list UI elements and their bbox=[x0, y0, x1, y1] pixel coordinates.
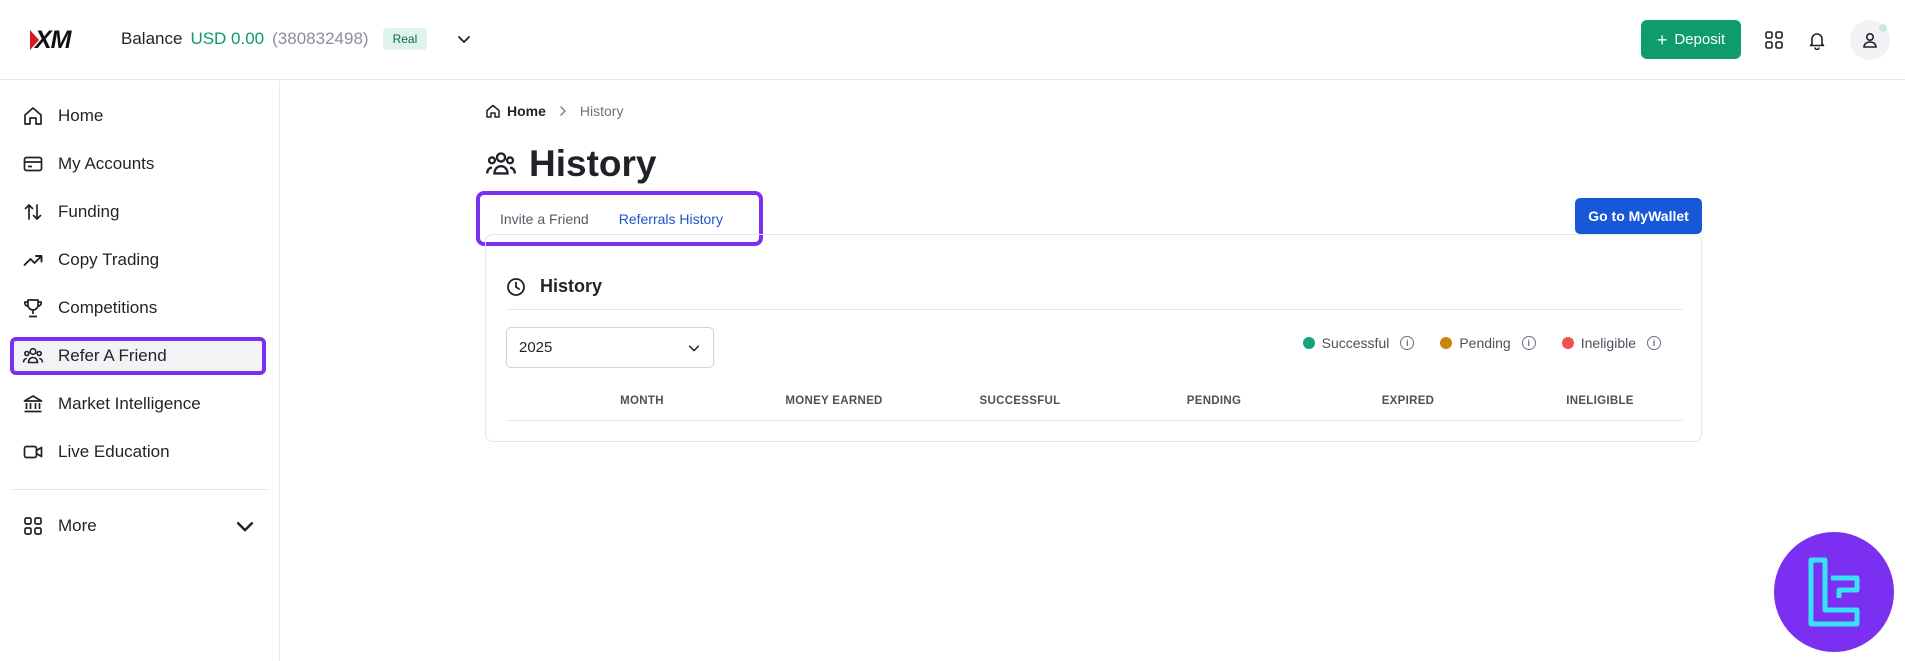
trophy-icon bbox=[23, 299, 43, 318]
breadcrumb-home-label: Home bbox=[507, 103, 546, 119]
legend-label: Pending bbox=[1459, 335, 1511, 351]
plus-icon: + bbox=[1656, 29, 1668, 50]
people-icon bbox=[22, 347, 44, 364]
sidebar-item-refer-a-friend[interactable]: Refer A Friend bbox=[10, 337, 266, 375]
history-table-header: MONTH MONEY EARNED SUCCESSFUL PENDING EX… bbox=[506, 387, 1683, 421]
sidebar-item-competitions[interactable]: Competitions bbox=[10, 289, 266, 327]
sidebar-item-funding[interactable]: Funding bbox=[10, 193, 266, 231]
balance-label: Balance bbox=[121, 29, 183, 48]
chevron-right-icon bbox=[560, 106, 566, 116]
breadcrumb-current: History bbox=[579, 103, 624, 119]
history-card-title: History bbox=[540, 276, 603, 296]
account-switcher-chevron-icon[interactable] bbox=[453, 28, 475, 50]
status-legend: Successful i Pending i Ineligible i bbox=[1302, 335, 1661, 351]
sidebar-item-my-accounts[interactable]: My Accounts bbox=[10, 145, 266, 183]
chevron-down-icon bbox=[688, 344, 700, 351]
column-header-ineligible: INELIGIBLE bbox=[1566, 395, 1634, 407]
logo-text: XM bbox=[35, 25, 71, 54]
info-icon[interactable]: i bbox=[1400, 336, 1415, 350]
info-icon[interactable]: i bbox=[1521, 336, 1536, 350]
account-type-badge: Real bbox=[382, 28, 428, 50]
sidebar-item-copy-trading[interactable]: Copy Trading bbox=[10, 241, 266, 279]
sidebar: Home My Accounts Funding Copy Trading Co… bbox=[0, 81, 280, 661]
watermark-logo bbox=[1774, 532, 1894, 652]
sidebar-item-label: My Accounts bbox=[58, 154, 155, 173]
card-divider bbox=[506, 309, 1683, 310]
sidebar-item-label: More bbox=[58, 516, 97, 535]
history-card: History 2025 Successful i Pending i Inel… bbox=[485, 234, 1702, 442]
balance-amount: USD 0.00 bbox=[190, 29, 265, 48]
account-number: (380832498) bbox=[272, 29, 369, 48]
deposit-label: Deposit bbox=[1674, 31, 1726, 48]
clock-icon bbox=[507, 277, 525, 296]
breadcrumb-home[interactable]: Home bbox=[485, 103, 546, 119]
column-header-expired: EXPIRED bbox=[1381, 395, 1435, 407]
transfer-arrows-icon bbox=[24, 204, 42, 220]
page-title-text: History bbox=[529, 143, 657, 184]
home-icon bbox=[486, 104, 500, 118]
year-select-value: 2025 bbox=[519, 339, 553, 356]
apps-grid-icon[interactable] bbox=[1759, 25, 1789, 55]
trend-up-icon bbox=[23, 255, 43, 266]
tab-invite-a-friend[interactable]: Invite a Friend bbox=[500, 211, 589, 227]
column-header-money-earned: MONEY EARNED bbox=[785, 395, 883, 407]
chevron-down-icon bbox=[236, 522, 254, 532]
status-dot bbox=[1879, 24, 1887, 32]
info-icon[interactable]: i bbox=[1647, 336, 1661, 350]
grid-icon bbox=[24, 517, 42, 535]
legend-pending: Pending i bbox=[1440, 335, 1536, 351]
legend-label: Ineligible bbox=[1580, 335, 1636, 351]
home-icon bbox=[24, 107, 42, 125]
legend-ineligible: Ineligible i bbox=[1561, 335, 1661, 351]
column-header-pending: PENDING bbox=[1186, 395, 1242, 407]
year-select[interactable]: 2025 bbox=[506, 327, 714, 368]
legend-dot bbox=[1440, 337, 1453, 349]
top-bar: XM Balance USD 0.00 (380832498) Real + D… bbox=[0, 0, 1905, 80]
accounts-icon bbox=[23, 156, 43, 172]
people-icon bbox=[486, 152, 516, 175]
column-header-month: MONTH bbox=[620, 395, 664, 407]
tab-referrals-history[interactable]: Referrals History bbox=[619, 211, 723, 227]
sidebar-item-home[interactable]: Home bbox=[10, 97, 266, 135]
bank-icon bbox=[23, 395, 43, 413]
video-icon bbox=[23, 445, 43, 459]
go-to-mywallet-button[interactable]: Go to MyWallet bbox=[1575, 198, 1702, 234]
deposit-button[interactable]: + Deposit bbox=[1641, 20, 1741, 59]
sidebar-item-label: Funding bbox=[58, 202, 120, 221]
main-content: Home History History Invite a Friend Ref… bbox=[281, 81, 1905, 661]
balance-display: Balance USD 0.00 (380832498) Real bbox=[121, 28, 475, 50]
sidebar-item-more[interactable]: More bbox=[10, 507, 266, 545]
bell-icon[interactable] bbox=[1802, 25, 1832, 55]
user-icon bbox=[1863, 32, 1877, 48]
sidebar-item-market-intelligence[interactable]: Market Intelligence bbox=[10, 385, 266, 423]
sidebar-item-label: Copy Trading bbox=[58, 250, 160, 269]
sidebar-item-label: Home bbox=[58, 106, 104, 125]
column-header-successful: SUCCESSFUL bbox=[979, 395, 1061, 407]
history-card-header: History bbox=[506, 276, 602, 297]
legend-label: Successful bbox=[1321, 335, 1390, 351]
avatar[interactable] bbox=[1850, 20, 1890, 60]
page-title: History bbox=[485, 143, 656, 185]
sidebar-item-label: Live Education bbox=[58, 442, 170, 461]
legend-dot bbox=[1561, 337, 1574, 349]
legend-dot bbox=[1302, 337, 1315, 349]
sidebar-item-label: Refer A Friend bbox=[58, 346, 167, 365]
sidebar-item-label: Market Intelligence bbox=[58, 394, 201, 413]
legend-successful: Successful i bbox=[1302, 335, 1415, 351]
sidebar-divider bbox=[12, 489, 268, 490]
sidebar-item-live-education[interactable]: Live Education bbox=[10, 433, 266, 471]
sidebar-item-label: Competitions bbox=[58, 298, 158, 317]
breadcrumb: Home History bbox=[485, 103, 623, 119]
xm-logo[interactable]: XM bbox=[30, 25, 71, 54]
